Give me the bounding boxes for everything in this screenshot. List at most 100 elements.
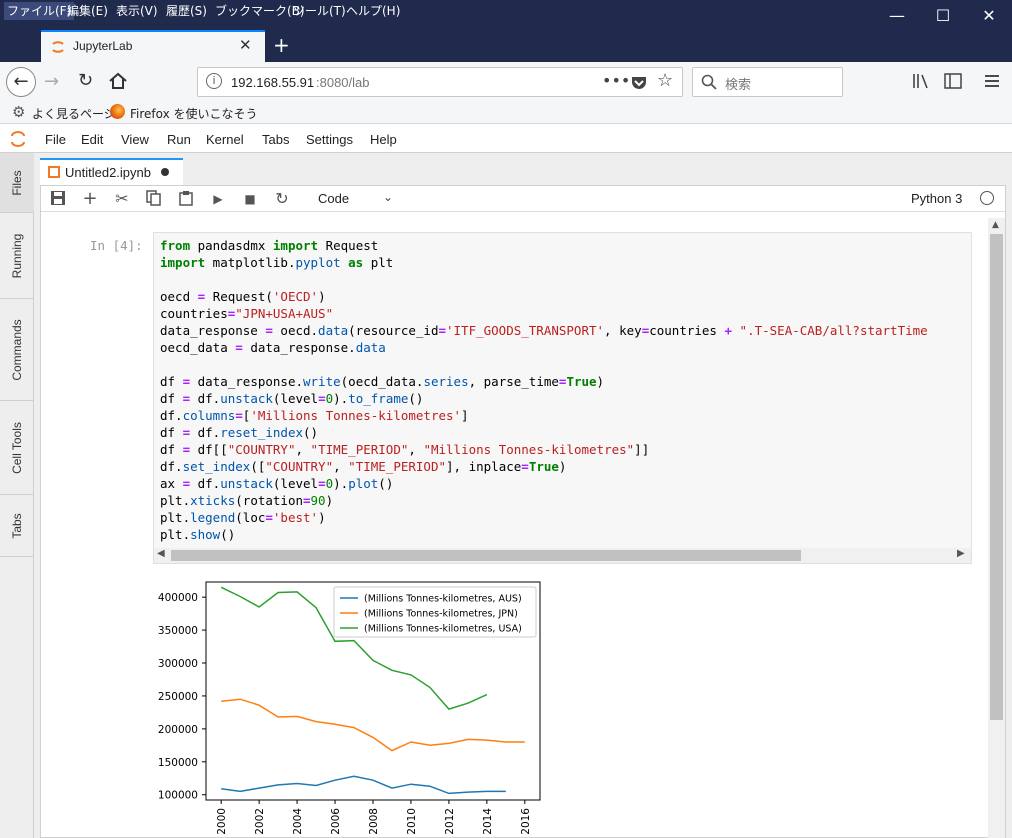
code-line: df = df.reset_index() <box>160 425 319 440</box>
sidebar-tab-running[interactable]: Running <box>0 213 34 299</box>
hamburger-menu-icon[interactable] <box>984 74 1000 88</box>
menu-help[interactable]: ヘルプ(H) <box>343 2 403 20</box>
reload-icon[interactable]: ↻ <box>78 70 93 91</box>
code-line: data_response = oecd.data(resource_id='I… <box>160 323 928 338</box>
sidebar-tab-tabs[interactable]: Tabs <box>0 495 34 557</box>
y-tick-label: 250000 <box>158 691 198 703</box>
menu-view[interactable]: 表示(V) <box>113 2 161 20</box>
x-tick-label: 2006 <box>330 808 342 835</box>
code-line: df.set_index(["COUNTRY", "TIME_PERIOD"],… <box>160 459 567 474</box>
legend-entry: (Millions Tonnes-kilometres, AUS) <box>364 594 522 605</box>
code-line: plt.xticks(rotation=90) <box>160 493 334 508</box>
code-line: oecd_data = data_response.data <box>160 340 386 355</box>
code-line: df = df.unstack(level=0).to_frame() <box>160 391 424 406</box>
add-cell-icon[interactable]: + <box>81 190 99 208</box>
scroll-right-icon[interactable]: ▶ <box>957 548 965 559</box>
forward-icon[interactable]: → <box>44 71 59 92</box>
y-tick-label: 200000 <box>158 724 198 736</box>
code-line: plt.show() <box>160 527 236 542</box>
scroll-up-icon[interactable]: ▲ <box>992 220 999 230</box>
paste-icon[interactable] <box>178 190 194 206</box>
cut-icon[interactable]: ✂ <box>113 190 131 208</box>
code-line: import matplotlib.pyplot as plt <box>160 255 394 270</box>
jmenu-edit[interactable]: Edit <box>81 132 103 147</box>
pocket-icon[interactable] <box>630 74 648 92</box>
info-icon[interactable]: i <box>206 73 222 89</box>
close-window-icon[interactable]: ✕ <box>966 0 1012 30</box>
x-tick-label: 2010 <box>406 808 418 835</box>
code-line: ax = df.unstack(level=0).plot() <box>160 476 394 491</box>
y-tick-label: 100000 <box>158 790 198 802</box>
search-icon <box>701 74 717 90</box>
run-icon[interactable]: ▶ <box>209 190 227 208</box>
x-tick-label: 2000 <box>216 808 228 835</box>
unsaved-dot-icon[interactable] <box>161 168 169 176</box>
minimize-icon[interactable]: — <box>874 0 920 30</box>
save-icon[interactable] <box>50 190 66 206</box>
horizontal-scroll-thumb[interactable] <box>171 550 801 561</box>
left-sidebar: Files Running Commands Cell Tools Tabs <box>0 153 34 838</box>
jmenu-help[interactable]: Help <box>370 132 397 147</box>
search-bar[interactable]: 検索 <box>692 67 843 97</box>
jmenu-settings[interactable]: Settings <box>306 132 353 147</box>
jmenu-kernel[interactable]: Kernel <box>206 132 244 147</box>
bookmark-item-frequent[interactable]: よく見るページ <box>32 105 116 122</box>
kernel-name[interactable]: Python 3 <box>911 191 962 206</box>
jupyter-logo-icon <box>11 131 25 147</box>
close-tab-icon[interactable]: ✕ <box>239 36 252 54</box>
new-tab-icon[interactable]: + <box>273 33 290 57</box>
gear-icon: ⚙ <box>12 103 26 121</box>
horizontal-scrollbar[interactable]: ◀ ▶ <box>154 548 971 563</box>
y-tick-label: 150000 <box>158 757 198 769</box>
sidebar-tab-files[interactable]: Files <box>0 153 34 213</box>
chevron-down-icon[interactable]: ⌄ <box>383 190 393 204</box>
cell-type-select[interactable]: Code <box>318 191 349 206</box>
cell-prompt: In [4]: <box>90 238 143 253</box>
jmenu-tabs[interactable]: Tabs <box>262 132 289 147</box>
document-tab[interactable]: Untitled2.ipynb <box>40 158 183 185</box>
vertical-scrollbar[interactable]: ▲ <box>988 218 1005 838</box>
page-actions-icon[interactable]: ••• <box>602 71 630 90</box>
vertical-scroll-thumb[interactable] <box>990 234 1003 720</box>
scroll-left-icon[interactable]: ◀ <box>157 548 165 559</box>
menu-history[interactable]: 履歴(S) <box>163 2 210 20</box>
tab-title: JupyterLab <box>73 39 133 53</box>
stop-icon[interactable]: ■ <box>241 190 259 208</box>
y-tick-label: 350000 <box>158 625 198 637</box>
library-icon[interactable] <box>912 73 930 89</box>
x-tick-label: 2008 <box>368 808 380 835</box>
firefox-icon <box>110 104 125 119</box>
restart-icon[interactable]: ↻ <box>273 190 291 208</box>
y-tick-label: 400000 <box>158 592 198 604</box>
bookmark-item-firefox[interactable]: Firefox を使いこなそう <box>130 105 258 122</box>
copy-icon[interactable] <box>146 190 162 206</box>
bookmark-star-icon[interactable]: ☆ <box>657 70 673 91</box>
url-bar[interactable]: i 192.168.55.91 :8080/lab ••• ☆ <box>197 67 683 97</box>
jmenu-file[interactable]: File <box>45 132 66 147</box>
jmenu-view[interactable]: View <box>121 132 149 147</box>
code-line: df = df[["COUNTRY", "TIME_PERIOD", "Mill… <box>160 442 650 457</box>
kernel-status-icon <box>980 191 994 205</box>
browser-tab[interactable]: JupyterLab ✕ <box>41 30 265 62</box>
code-line: countries="JPN+USA+AUS" <box>160 306 334 321</box>
x-tick-label: 2004 <box>292 808 304 835</box>
home-icon[interactable] <box>108 72 128 90</box>
sidebar-icon[interactable] <box>944 73 962 89</box>
code-line: oecd = Request('OECD') <box>160 289 326 304</box>
jmenu-run[interactable]: Run <box>167 132 191 147</box>
jupyter-menubar: File Edit View Run Kernel Tabs Settings … <box>0 125 1012 153</box>
sidebar-tab-cell-tools[interactable]: Cell Tools <box>0 401 34 495</box>
code-line: df.columns=['Millions Tonnes-kilometres'… <box>160 408 469 423</box>
code-line: plt.legend(loc='best') <box>160 510 326 525</box>
sidebar-tab-commands[interactable]: Commands <box>0 299 34 401</box>
menu-edit[interactable]: 編集(E) <box>64 2 111 20</box>
code-line: from pandasdmx import Request <box>160 238 379 253</box>
menu-tools[interactable]: ツール(T) <box>290 2 349 20</box>
output-chart: 100000 150000 200000 250000 300000 350000 4000… <box>158 581 541 835</box>
maximize-icon[interactable]: ☐ <box>920 0 966 30</box>
back-icon[interactable]: ← <box>6 67 36 97</box>
search-placeholder: 検索 <box>725 78 752 93</box>
legend-entry: (Millions Tonnes-kilometres, JPN) <box>364 609 518 620</box>
